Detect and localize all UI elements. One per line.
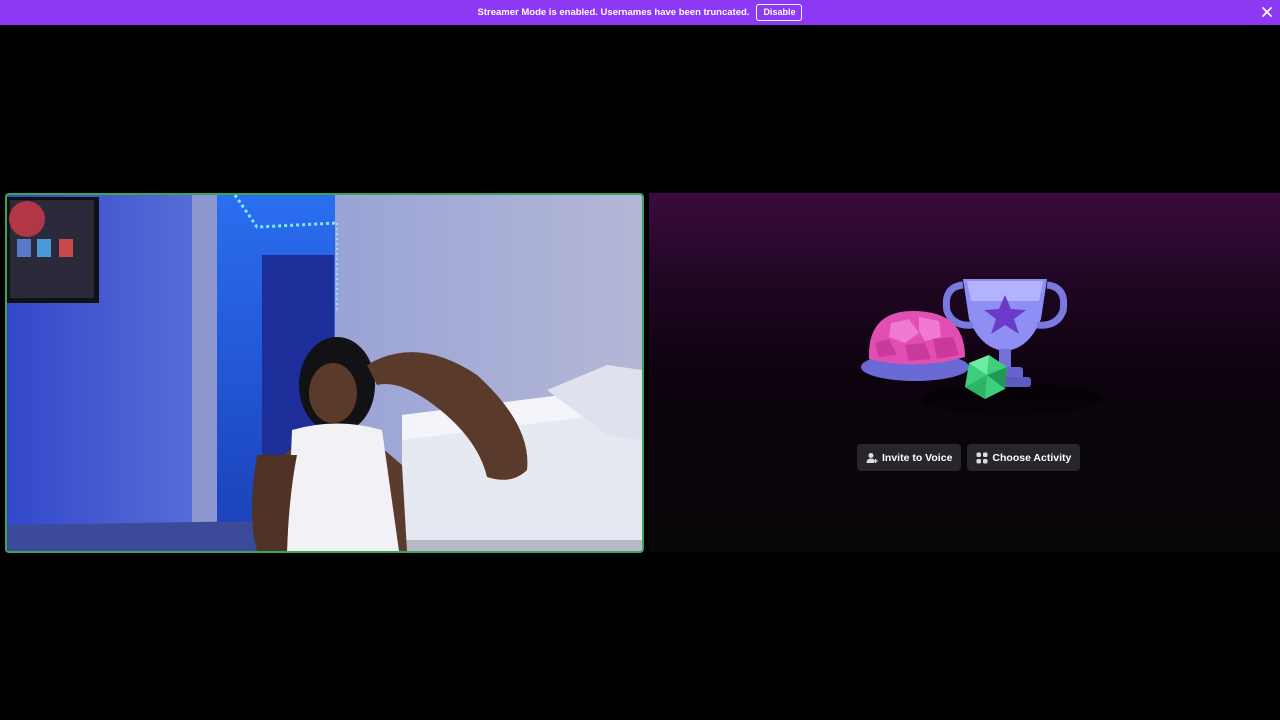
call-view: Streamer Mode is enabled. Usernames have… (0, 0, 1280, 720)
close-icon[interactable] (1260, 5, 1274, 19)
invite-to-voice-label: Invite to Voice (882, 451, 953, 464)
streamer-mode-message: Streamer Mode is enabled. Usernames have… (477, 7, 750, 18)
activity-illustration (861, 279, 1101, 415)
activities-grid-icon (976, 452, 988, 464)
choose-activity-label: Choose Activity (992, 451, 1072, 464)
add-person-icon (866, 452, 878, 464)
activity-actions: Invite to Voice Choose Activity (857, 444, 1081, 471)
invite-to-voice-button[interactable]: Invite to Voice (857, 444, 962, 471)
webcam-feed (7, 195, 642, 551)
disable-streamer-mode-button[interactable]: Disable (756, 4, 803, 21)
choose-activity-button[interactable]: Choose Activity (967, 444, 1081, 471)
streamer-mode-banner: Streamer Mode is enabled. Usernames have… (0, 0, 1280, 25)
activity-tile: Invite to Voice Choose Activity (649, 193, 1280, 552)
user-video-tile[interactable] (5, 193, 644, 553)
